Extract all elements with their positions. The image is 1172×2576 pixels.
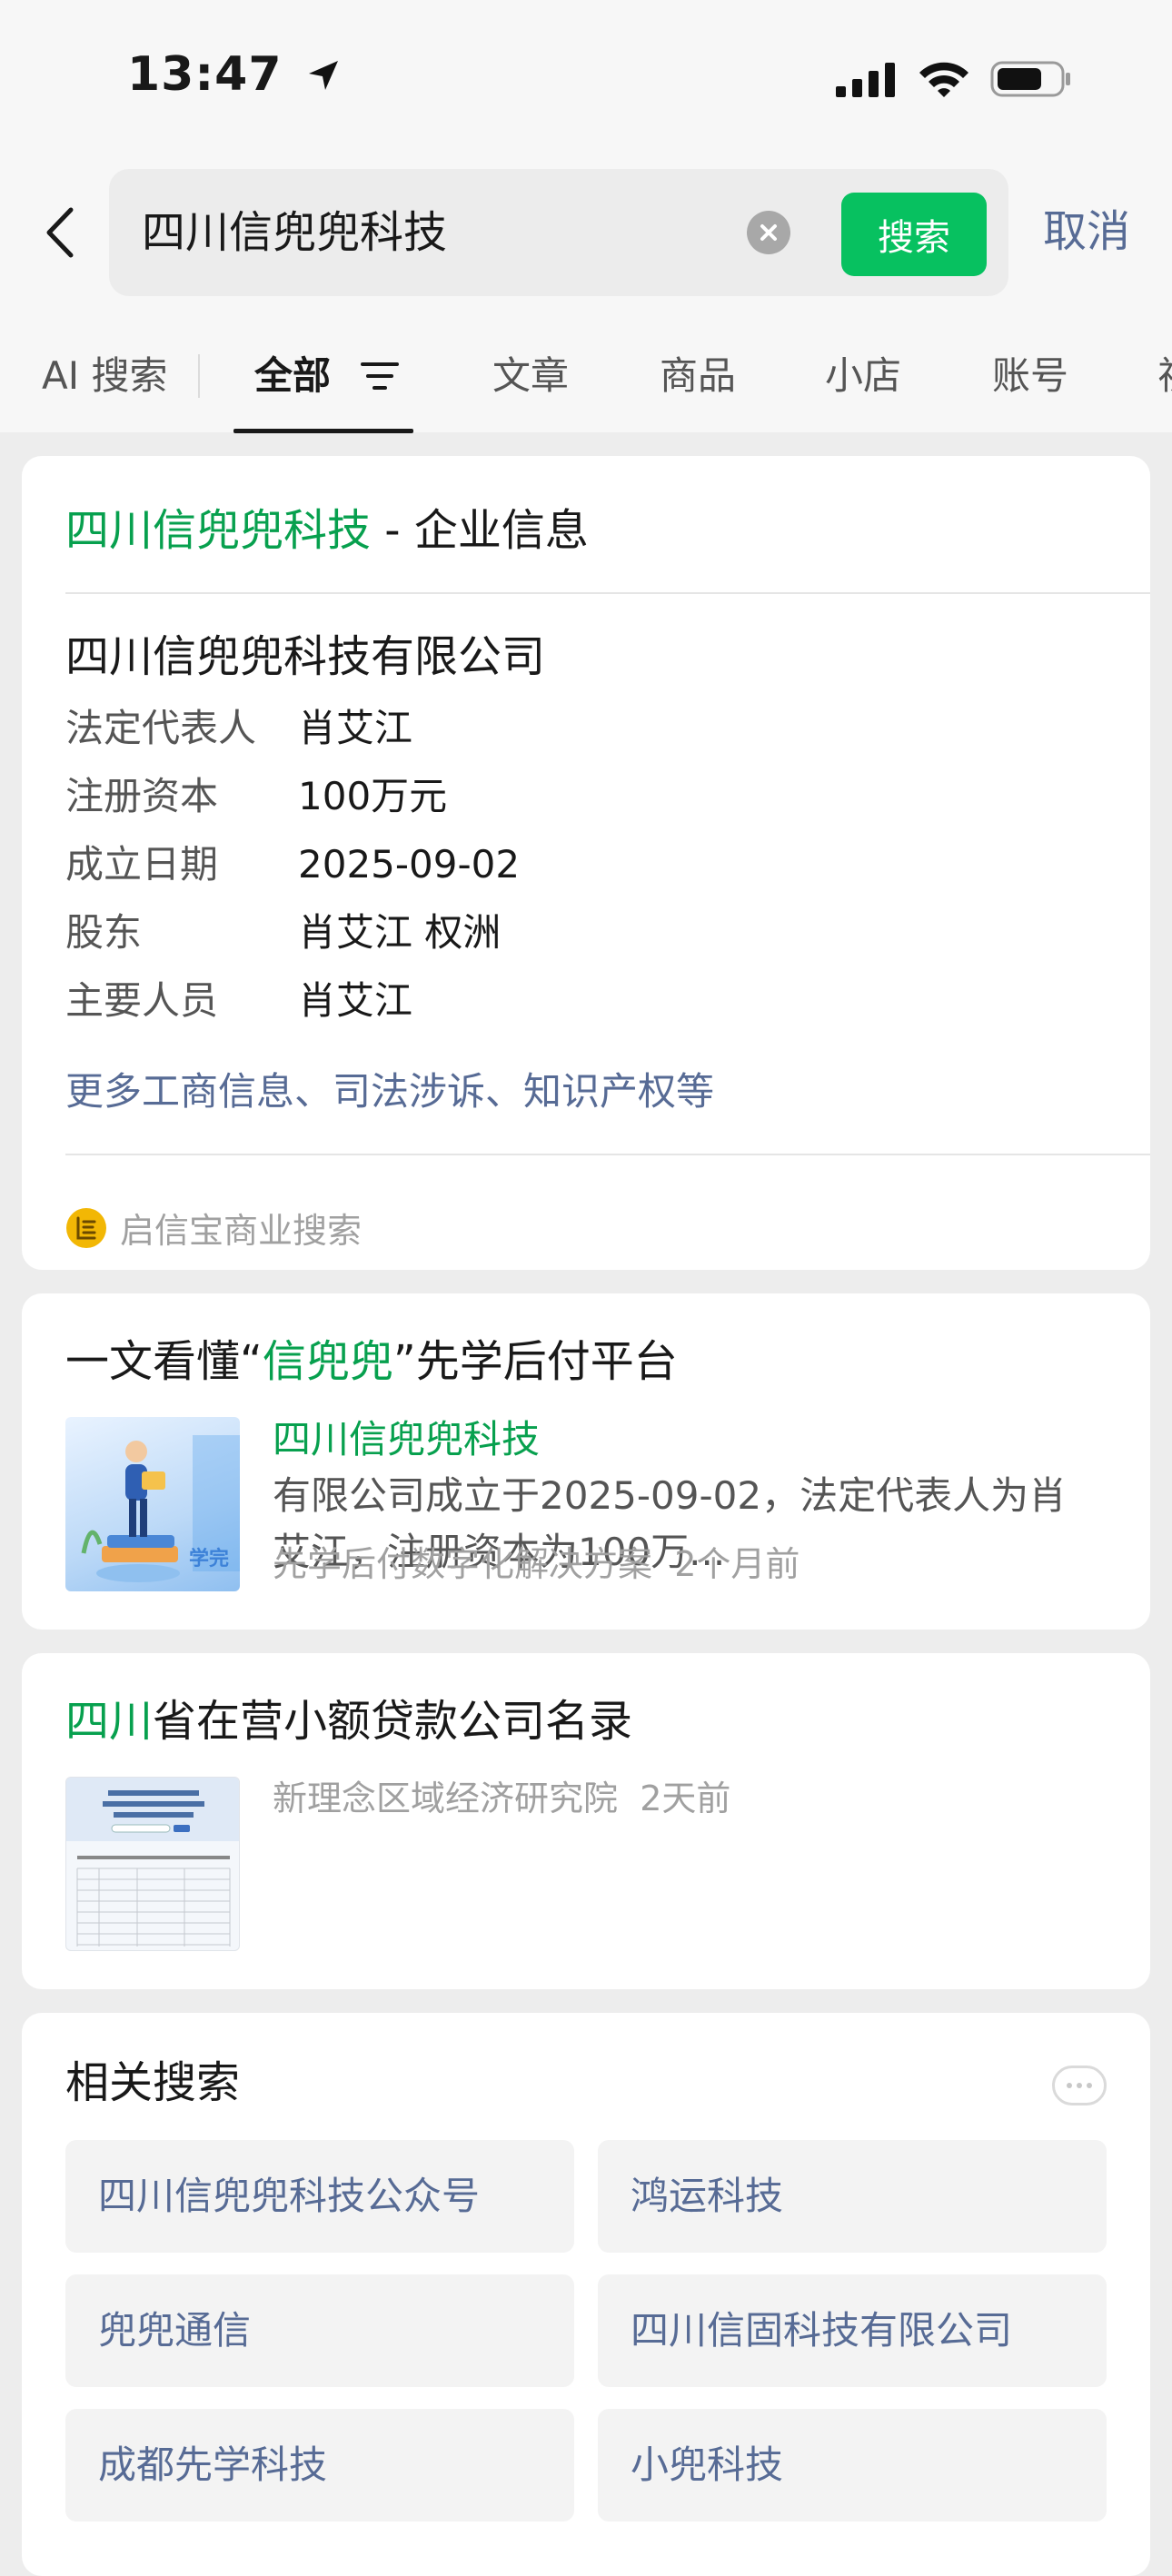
related-search-chip[interactable]: 兜兜通信 bbox=[65, 2274, 574, 2387]
company-info-card[interactable]: 四川信兜兜科技 - 企业信息 四川信兜兜科技有限公司 法定代表人 肖艾江 注册资本… bbox=[22, 456, 1150, 1270]
related-search-chip[interactable]: 小兜科技 bbox=[598, 2409, 1107, 2522]
result-source: 先学后付数字化解决方案 bbox=[273, 1544, 653, 1584]
wifi-icon bbox=[919, 62, 968, 97]
field-value: 肖艾江 bbox=[298, 706, 413, 750]
dot bbox=[1067, 2083, 1072, 2088]
snippet-highlight: 四川信兜兜科技 bbox=[273, 1417, 541, 1461]
company-card-title-rest: - 企业信息 bbox=[371, 505, 589, 556]
related-search-chip[interactable]: 四川信固科技有限公司 bbox=[598, 2274, 1107, 2387]
battery-icon bbox=[990, 61, 1070, 97]
result-thumbnail bbox=[65, 1777, 240, 1951]
tab-all[interactable]: 全部 bbox=[254, 349, 399, 403]
field-key: 注册资本 bbox=[65, 774, 219, 818]
search-input[interactable] bbox=[142, 169, 832, 296]
more-business-info-link[interactable]: 更多工商信息、司法涉诉、知识产权等 bbox=[65, 1065, 714, 1119]
field-key-personnel: 主要人员 肖艾江 bbox=[65, 974, 412, 1028]
qixinbao-logo-icon bbox=[66, 1207, 106, 1248]
filter-tabs: AI 搜索 全部 文章 商品 小店 账号 视 bbox=[0, 327, 1172, 433]
back-button[interactable] bbox=[36, 198, 82, 267]
document-preview-illustration bbox=[66, 1778, 239, 1947]
divider bbox=[65, 1154, 1150, 1155]
result-title-post: ”先学后付平台 bbox=[392, 1336, 678, 1387]
result-title-highlight: 四川 bbox=[65, 1696, 154, 1747]
field-value: 肖艾江 bbox=[298, 978, 413, 1023]
result-meta: 先学后付数字化解决方案 2个月前 bbox=[273, 1537, 800, 1591]
related-searches-card: 相关搜索 四川信兜兜科技公众号 鸿运科技 兜兜通信 四川信固科技有限公司 成都先… bbox=[22, 2013, 1150, 2576]
result-title-rest: 省在营小额贷款公司名录 bbox=[153, 1696, 633, 1747]
tab-all-label: 全部 bbox=[254, 353, 332, 398]
tab-accounts[interactable]: 账号 bbox=[992, 349, 1068, 403]
search-box: 搜索 bbox=[109, 169, 1008, 296]
status-icons bbox=[836, 56, 1072, 102]
result-thumbnail: 学完 bbox=[65, 1417, 240, 1591]
company-card-title: 四川信兜兜科技 - 企业信息 bbox=[65, 476, 589, 585]
dot bbox=[1087, 2083, 1092, 2088]
field-value: 肖艾江 权洲 bbox=[298, 910, 502, 955]
search-button[interactable]: 搜索 bbox=[841, 193, 987, 276]
company-name: 四川信兜兜科技有限公司 bbox=[65, 631, 546, 682]
result-title-pre: 一文看懂“ bbox=[65, 1336, 263, 1387]
tab-products[interactable]: 商品 bbox=[660, 349, 736, 403]
location-arrow-icon bbox=[308, 61, 338, 90]
field-value: 2025-09-02 bbox=[298, 842, 521, 887]
source-row: 启信宝商业搜索 bbox=[65, 1203, 362, 1253]
tab-articles[interactable]: 文章 bbox=[492, 349, 569, 403]
field-legal-representative: 法定代表人 肖艾江 bbox=[65, 701, 412, 756]
tab-ai-search[interactable]: AI 搜索 bbox=[42, 349, 167, 403]
result-time: 2个月前 bbox=[674, 1544, 800, 1584]
clear-button[interactable] bbox=[747, 211, 790, 254]
result-title-highlight: 信兜兜 bbox=[262, 1336, 393, 1387]
source-label: 启信宝商业搜索 bbox=[120, 1211, 363, 1251]
filter-icon bbox=[360, 362, 399, 390]
search-bar-row: 搜索 取消 bbox=[0, 163, 1172, 300]
active-tab-indicator bbox=[233, 429, 413, 433]
field-shareholders: 股东 肖艾江 权洲 bbox=[65, 906, 501, 960]
divider bbox=[65, 592, 1150, 594]
related-search-chip[interactable]: 鸿运科技 bbox=[598, 2140, 1107, 2253]
field-registered-capital: 注册资本 100万元 bbox=[65, 769, 447, 824]
field-establish-date: 成立日期 2025-09-02 bbox=[65, 837, 520, 892]
related-searches-title: 相关搜索 bbox=[65, 2057, 241, 2108]
thumbnail-text: 学完 bbox=[189, 1548, 230, 1570]
result-title: 一文看懂“信兜兜”先学后付平台 bbox=[65, 1330, 678, 1393]
field-key: 股东 bbox=[65, 910, 143, 955]
search-result-directory[interactable]: 四川省在营小额贷款公司名录 新理念区域经济研究院 2天前 bbox=[22, 1653, 1150, 1989]
tab-shops[interactable]: 小店 bbox=[825, 349, 901, 403]
status-time: 13:47 bbox=[127, 47, 342, 102]
related-search-chip[interactable]: 四川信兜兜科技公众号 bbox=[65, 2140, 574, 2253]
field-key: 法定代表人 bbox=[65, 706, 257, 750]
cancel-button[interactable]: 取消 bbox=[1043, 200, 1130, 263]
clock-text: 13:47 bbox=[127, 47, 283, 102]
search-result-article[interactable]: 一文看懂“信兜兜”先学后付平台 学完 四川信兜兜科技 有限公司成立于2025-09… bbox=[22, 1293, 1150, 1630]
close-icon bbox=[760, 224, 777, 241]
cellular-signal-icon bbox=[836, 63, 895, 97]
field-key: 成立日期 bbox=[65, 842, 219, 887]
status-bar: 13:47 bbox=[0, 0, 1172, 154]
dot bbox=[1077, 2083, 1082, 2088]
result-title: 四川省在营小额贷款公司名录 bbox=[65, 1689, 632, 1753]
result-source: 新理念区域经济研究院 bbox=[273, 1778, 619, 1818]
chevron-left-icon bbox=[46, 207, 74, 258]
tab-divider bbox=[198, 354, 200, 398]
result-time: 2天前 bbox=[640, 1778, 731, 1818]
more-options-button[interactable] bbox=[1052, 2066, 1107, 2105]
field-value: 100万元 bbox=[298, 774, 448, 818]
field-key: 主要人员 bbox=[65, 978, 219, 1023]
related-search-chip[interactable]: 成都先学科技 bbox=[65, 2409, 574, 2522]
result-meta: 新理念区域经济研究院 2天前 bbox=[273, 1771, 730, 1826]
company-card-title-highlight: 四川信兜兜科技 bbox=[65, 505, 372, 556]
tab-videos[interactable]: 视 bbox=[1157, 349, 1172, 403]
